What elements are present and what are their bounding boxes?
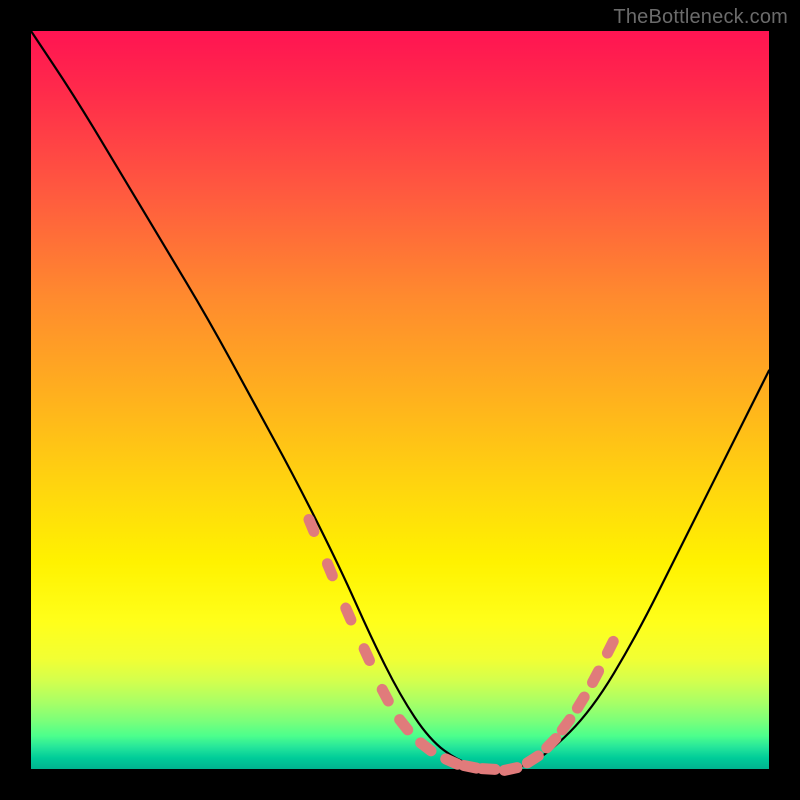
highlight-dot	[577, 697, 584, 708]
highlight-dot	[482, 769, 495, 770]
highlight-dot	[400, 720, 408, 730]
highlight-dot	[309, 519, 314, 531]
highlight-dot	[464, 766, 477, 769]
highlight-dot	[421, 743, 431, 751]
highlight-dot	[446, 759, 458, 764]
watermark-text: TheBottleneck.com	[613, 6, 788, 29]
highlight-dot	[346, 608, 351, 620]
highlight-dot	[562, 719, 570, 730]
chart-frame: TheBottleneck.com	[0, 0, 800, 800]
highlight-dot	[382, 689, 388, 701]
bottleneck-curve	[31, 31, 769, 769]
highlight-dot	[527, 756, 538, 763]
highlight-dot	[364, 649, 369, 661]
highlight-dot	[607, 641, 613, 653]
highlight-dot	[327, 564, 332, 576]
curve-svg	[31, 31, 769, 769]
highlight-dot	[593, 671, 599, 682]
highlight-dot	[547, 738, 556, 747]
highlight-dot	[504, 768, 517, 771]
plot-area	[31, 31, 769, 769]
